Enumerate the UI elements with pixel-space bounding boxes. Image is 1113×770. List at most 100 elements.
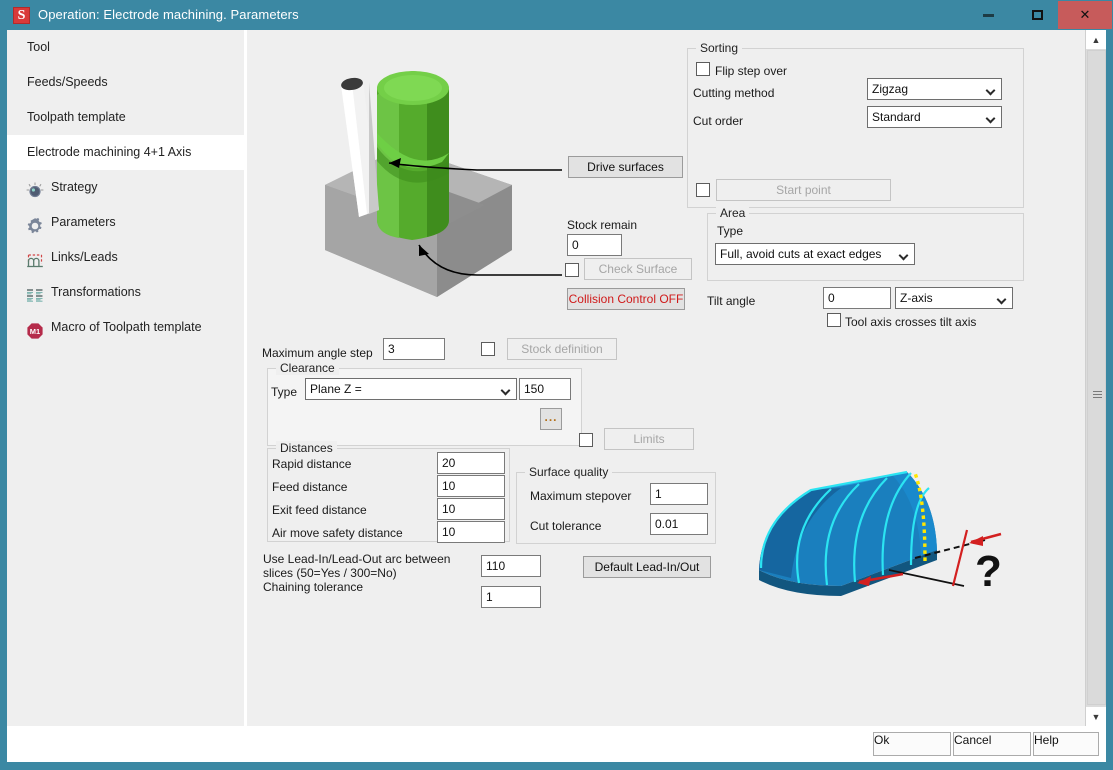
sidebar-item-label: Feeds/Speeds	[27, 75, 108, 89]
scroll-up-icon[interactable]: ▲	[1086, 30, 1106, 49]
close-icon: ✕	[1079, 7, 1091, 22]
vertical-scrollbar[interactable]: ▲ ▼	[1085, 30, 1106, 726]
minimize-button[interactable]	[963, 1, 1013, 29]
lead-in-out-input[interactable]: 110	[481, 555, 541, 577]
limits-button[interactable]: Limits	[604, 428, 694, 450]
sidebar-item-strategy[interactable]: Strategy	[7, 170, 244, 205]
minimize-icon	[982, 13, 994, 17]
sidebar: Tool Feeds/Speeds Toolpath template Elec…	[7, 30, 244, 726]
dialog-window: S Operation: Electrode machining. Parame…	[0, 0, 1113, 770]
clearance-more-button[interactable]: ...	[540, 408, 562, 430]
sidebar-item-toolpath-template[interactable]: Toolpath template	[7, 100, 244, 135]
maximum-stepover-input[interactable]: 1	[650, 483, 708, 505]
title-bar: S Operation: Electrode machining. Parame…	[0, 0, 1113, 30]
s-logo-icon: S	[13, 7, 30, 24]
start-point-button[interactable]: Start point	[716, 179, 891, 201]
tool-axis-crosses-tilt-axis-checkbox[interactable]	[827, 313, 841, 327]
surface-quality-legend: Surface quality	[525, 465, 613, 479]
area-type-select[interactable]: Full, avoid cuts at exact edges	[715, 243, 915, 265]
sidebar-item-label: Macro of Toolpath template	[51, 320, 202, 334]
sidebar-item-transformations[interactable]: Transformations	[7, 275, 244, 310]
sidebar-item-label: Transformations	[51, 285, 141, 299]
lead-in-out-label-line2: slices (50=Yes / 300=No)	[263, 566, 397, 580]
maximize-button[interactable]	[1012, 1, 1062, 29]
ok-button[interactable]: Ok	[873, 732, 951, 756]
tool-axis-crosses-tilt-axis-label: Tool axis crosses tilt axis	[845, 315, 977, 329]
cut-tolerance-label: Cut tolerance	[530, 519, 602, 533]
maximize-icon	[1031, 10, 1043, 20]
clearance-type-select[interactable]: Plane Z =	[305, 378, 517, 400]
sidebar-item-links-leads[interactable]: Links/Leads	[7, 240, 244, 275]
check-surface-checkbox[interactable]	[565, 263, 579, 277]
stock-remain-input[interactable]: 0	[567, 234, 622, 256]
sidebar-item-label: Toolpath template	[27, 110, 126, 124]
sidebar-item-label: Parameters	[51, 215, 116, 229]
flip-step-over-checkbox[interactable]	[696, 62, 710, 76]
cut-order-select[interactable]: Standard	[867, 106, 1002, 128]
main-panel: Drive surfaces Stock remain 0 Check Surf…	[247, 30, 1092, 726]
sidebar-item-label: Electrode machining 4+1 Axis	[27, 145, 192, 159]
electrode-on-block-illustration	[307, 35, 567, 325]
chaining-tolerance-input[interactable]: 1	[481, 586, 541, 608]
maximum-angle-step-label: Maximum angle step	[262, 346, 373, 360]
sidebar-item-parameters[interactable]: Parameters	[7, 205, 244, 240]
sidebar-item-feeds-speeds[interactable]: Feeds/Speeds	[7, 65, 244, 100]
area-type-label: Type	[717, 224, 744, 238]
flip-step-over-label: Flip step over	[715, 64, 788, 78]
close-button[interactable]: ✕	[1058, 1, 1112, 29]
limits-checkbox[interactable]	[579, 433, 593, 447]
clearance-type-label: Type	[271, 385, 298, 399]
maximum-angle-step-input[interactable]: 3	[383, 338, 445, 360]
maximum-stepover-label: Maximum stepover	[530, 489, 632, 503]
arc-path-icon	[26, 249, 44, 268]
gear-icon	[26, 214, 44, 234]
distances-legend: Distances	[276, 441, 337, 455]
scrollbar-grip-icon	[1093, 391, 1102, 398]
cancel-button[interactable]: Cancel	[953, 732, 1031, 756]
exit-feed-distance-input[interactable]: 10	[437, 498, 505, 520]
sphere-knob-icon	[26, 179, 44, 198]
chaining-tolerance-label: Chaining tolerance	[263, 580, 364, 594]
dialog-footer: Ok Cancel Help	[7, 726, 1106, 762]
drive-surfaces-button[interactable]: Drive surfaces	[568, 156, 683, 178]
area-legend: Area	[716, 206, 750, 220]
tilt-angle-label: Tilt angle	[707, 294, 756, 308]
cutting-method-select[interactable]: Zigzag	[867, 78, 1002, 100]
dialog-client-area: Tool Feeds/Speeds Toolpath template Elec…	[7, 30, 1106, 762]
cut-tolerance-input[interactable]: 0.01	[650, 513, 708, 535]
lead-in-out-label-line1: Use Lead-In/Lead-Out arc between	[263, 552, 451, 566]
cutting-method-label: Cutting method	[693, 86, 775, 100]
scrollbar-thumb[interactable]	[1087, 50, 1106, 705]
clearance-legend: Clearance	[276, 361, 339, 375]
feed-distance-input[interactable]: 10	[437, 475, 505, 497]
air-move-safety-distance-input[interactable]: 10	[437, 521, 505, 543]
stock-remain-label: Stock remain	[567, 218, 638, 232]
clearance-plane-input[interactable]: 150	[519, 378, 571, 400]
start-point-checkbox[interactable]	[696, 183, 710, 197]
rapid-distance-label: Rapid distance	[272, 457, 352, 471]
stepover-dome-illustration: ?	[739, 458, 1009, 608]
collision-control-button[interactable]: Collision Control OFF	[567, 288, 685, 310]
help-button[interactable]: Help	[1033, 732, 1099, 756]
check-surface-button[interactable]: Check Surface	[584, 258, 692, 280]
default-lead-in-out-button[interactable]: Default Lead-In/Out	[583, 556, 711, 578]
rapid-distance-input[interactable]: 20	[437, 452, 505, 474]
sorting-legend: Sorting	[696, 41, 743, 55]
list-lines-icon	[26, 284, 44, 302]
stock-definition-button[interactable]: Stock definition	[507, 338, 617, 360]
svg-text:?: ?	[975, 547, 1002, 596]
sidebar-item-electrode-machining[interactable]: Electrode machining 4+1 Axis	[7, 135, 244, 170]
stock-definition-checkbox[interactable]	[481, 342, 495, 356]
exit-feed-distance-label: Exit feed distance	[272, 503, 367, 517]
sidebar-item-label: Strategy	[51, 180, 98, 194]
sidebar-item-macro-toolpath-template[interactable]: M1 Macro of Toolpath template	[7, 310, 244, 345]
tilt-axis-select[interactable]: Z-axis	[895, 287, 1013, 309]
air-move-safety-distance-label: Air move safety distance	[272, 526, 403, 540]
svg-text:M1: M1	[30, 327, 40, 336]
sidebar-item-label: Tool	[27, 40, 50, 54]
window-title: Operation: Electrode machining. Paramete…	[38, 7, 299, 22]
sidebar-item-tool[interactable]: Tool	[7, 30, 244, 65]
scroll-down-icon[interactable]: ▼	[1086, 707, 1106, 726]
tilt-angle-input[interactable]: 0	[823, 287, 891, 309]
cut-order-label: Cut order	[693, 114, 744, 128]
